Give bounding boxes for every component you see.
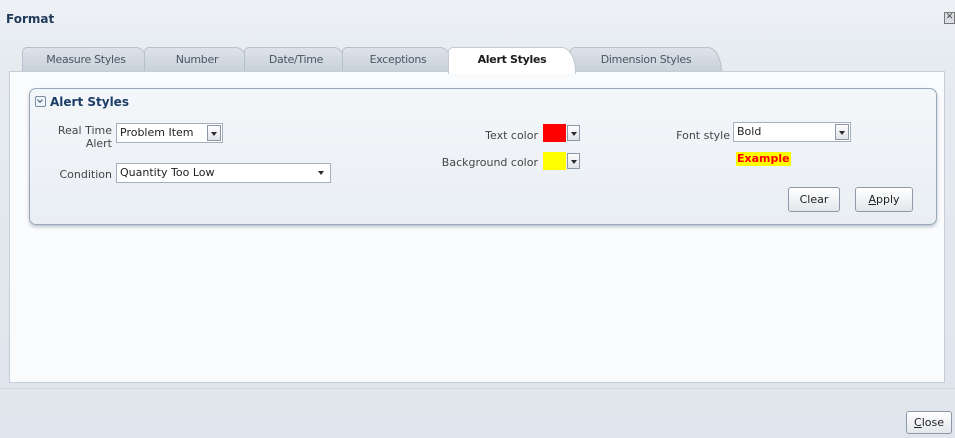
section-title: Alert Styles: [50, 95, 129, 109]
close-button[interactable]: Close: [906, 411, 952, 434]
condition-label: Condition: [59, 168, 113, 181]
section-header[interactable]: Alert Styles: [35, 95, 129, 109]
font-style-label: Font style: [676, 129, 730, 142]
background-color-picker[interactable]: [543, 151, 580, 171]
chevron-down-icon[interactable]: [35, 96, 46, 107]
dropdown-arrow-icon[interactable]: [207, 125, 221, 141]
close-mnemonic: C: [914, 416, 922, 429]
text-color-swatch[interactable]: [543, 124, 566, 142]
dialog-title: Format: [6, 12, 55, 26]
apply-label-rest: pply: [876, 193, 900, 206]
font-style-select[interactable]: Bold: [733, 122, 851, 142]
text-color-label: Text color: [485, 129, 538, 142]
dropdown-arrow-icon[interactable]: [835, 124, 849, 140]
tab-number[interactable]: Number: [144, 47, 250, 72]
background-color-label: Background color: [441, 156, 538, 169]
real-time-alert-label: Real Time Alert: [46, 124, 112, 150]
real-time-alert-label-line1: Real Time: [57, 124, 112, 137]
text-color-picker[interactable]: [543, 123, 580, 143]
real-time-alert-value: Problem Item: [120, 126, 194, 139]
tab-exceptions[interactable]: Exceptions: [342, 47, 454, 72]
dropdown-arrow-icon[interactable]: [315, 165, 329, 181]
tab-measure-styles[interactable]: Measure Styles: [22, 47, 150, 72]
real-time-alert-label-line2: Alert: [85, 137, 112, 150]
apply-button[interactable]: Apply: [855, 187, 913, 212]
background-color-swatch[interactable]: [543, 152, 566, 170]
close-icon[interactable]: ✕: [944, 12, 955, 24]
real-time-alert-select[interactable]: Problem Item: [116, 123, 223, 143]
clear-button[interactable]: Clear: [788, 187, 840, 212]
tab-dimension-styles[interactable]: Dimension Styles: [570, 47, 722, 72]
dropdown-arrow-icon[interactable]: [567, 125, 580, 141]
apply-mnemonic: A: [868, 193, 876, 206]
condition-value: Quantity Too Low: [120, 166, 215, 179]
example-preview: Example: [736, 152, 791, 166]
footer-divider: [0, 388, 955, 389]
condition-select[interactable]: Quantity Too Low: [116, 163, 331, 183]
font-style-value: Bold: [737, 125, 762, 138]
close-label-rest: lose: [921, 416, 944, 429]
tab-date-time[interactable]: Date/Time: [244, 47, 348, 72]
format-dialog: Format ✕ Measure Styles Number Date/Time…: [0, 0, 955, 438]
tab-alert-styles[interactable]: Alert Styles: [448, 47, 576, 74]
dropdown-arrow-icon[interactable]: [567, 153, 580, 169]
